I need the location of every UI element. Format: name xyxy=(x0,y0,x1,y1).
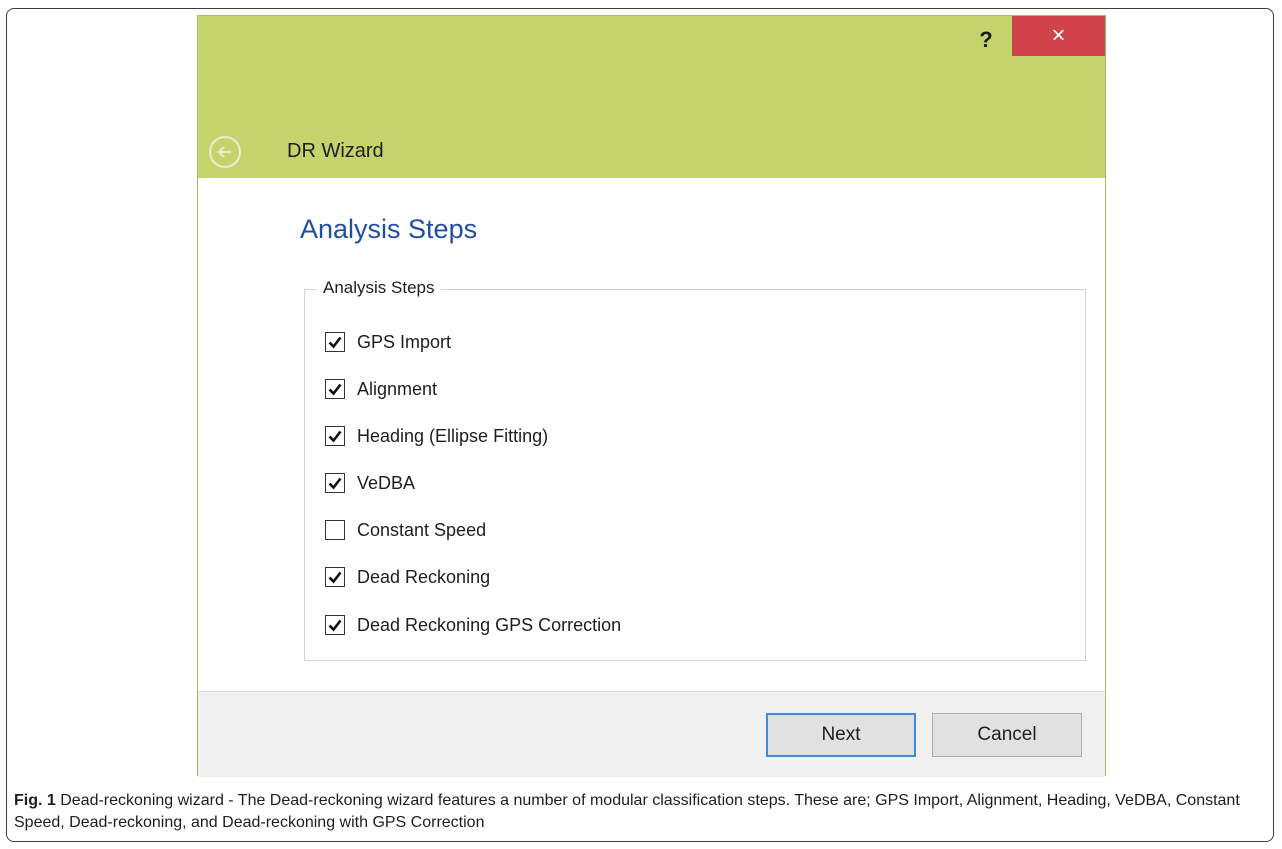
step-checkbox-row[interactable]: Constant Speed xyxy=(325,517,486,543)
step-checkbox-row[interactable]: Dead Reckoning xyxy=(325,564,490,590)
checkmark-icon xyxy=(328,430,342,443)
checkbox[interactable] xyxy=(325,379,345,399)
group-legend: Analysis Steps xyxy=(317,278,441,298)
caption-prefix: Fig. 1 xyxy=(14,792,56,809)
checkbox-label: Dead Reckoning GPS Correction xyxy=(357,614,622,635)
checkbox[interactable] xyxy=(325,567,345,587)
step-checkbox-row[interactable]: VeDBA xyxy=(325,470,415,496)
checkmark-icon xyxy=(328,571,342,584)
checkbox-label: Heading (Ellipse Fitting) xyxy=(357,425,549,446)
wizard-title: DR Wizard xyxy=(287,140,384,162)
wizard-window: ? × DR Wizard Analysis Steps Analysis St… xyxy=(197,15,1106,777)
checkbox[interactable] xyxy=(325,332,345,352)
next-button[interactable]: Next xyxy=(766,713,916,757)
step-checkbox-row[interactable]: GPS Import xyxy=(325,329,451,355)
caption-text: Dead-reckoning wizard - The Dead-reckoni… xyxy=(14,792,1240,831)
checkbox[interactable] xyxy=(325,615,345,635)
step-checkbox-row[interactable]: Heading (Ellipse Fitting) xyxy=(325,423,548,449)
wizard-footer: Next Cancel xyxy=(198,691,1105,777)
back-button[interactable] xyxy=(209,136,241,168)
checkmark-icon xyxy=(328,477,342,490)
close-button[interactable]: × xyxy=(1012,16,1105,56)
checkmark-icon xyxy=(328,383,342,396)
step-checkbox-row[interactable]: Alignment xyxy=(325,376,437,402)
checkbox-label: Constant Speed xyxy=(357,519,487,540)
page-heading: Analysis Steps xyxy=(300,214,478,244)
analysis-steps-group: Analysis Steps GPS Import Alignment Headin… xyxy=(304,278,1086,661)
checkbox-label: Dead Reckoning xyxy=(357,566,491,587)
checkbox[interactable] xyxy=(325,520,345,540)
step-checkbox-row[interactable]: Dead Reckoning GPS Correction xyxy=(325,612,621,638)
checkmark-icon xyxy=(328,336,342,349)
figure-caption: Fig. 1 Dead-reckoning wizard - The Dead-… xyxy=(14,790,1264,834)
back-arrow-icon xyxy=(217,146,231,158)
cancel-button[interactable]: Cancel xyxy=(932,713,1082,757)
checkbox-label: VeDBA xyxy=(357,472,416,493)
checkmark-icon xyxy=(328,619,342,632)
checkbox[interactable] xyxy=(325,426,345,446)
checkbox-label: Alignment xyxy=(357,378,438,399)
checkbox[interactable] xyxy=(325,473,345,493)
help-button[interactable]: ? xyxy=(966,22,1006,58)
wizard-content: Analysis Steps Analysis Steps GPS Import… xyxy=(198,178,1105,691)
title-bar: ? × DR Wizard xyxy=(198,16,1105,178)
checkbox-label: GPS Import xyxy=(357,331,452,352)
